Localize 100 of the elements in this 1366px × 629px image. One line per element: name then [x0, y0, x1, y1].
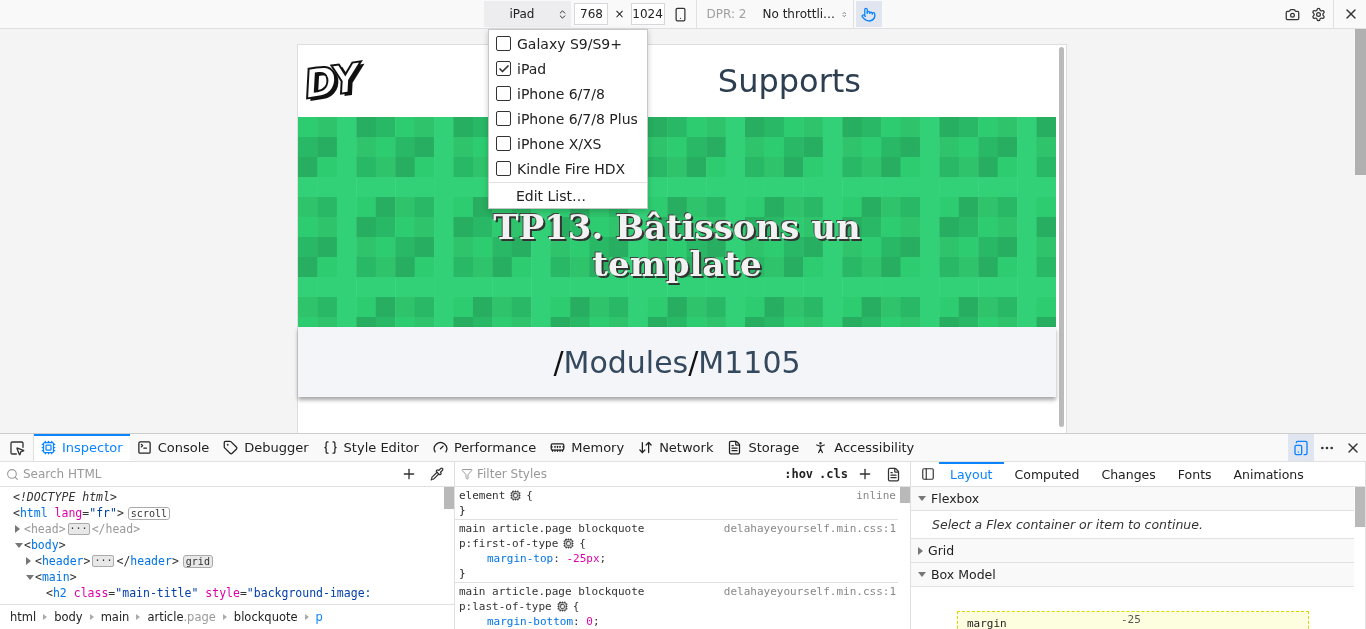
collapse-arrow-icon[interactable]	[15, 542, 23, 548]
throttling-select[interactable]: No throttli…	[754, 1, 851, 27]
chevron-icon	[43, 614, 48, 620]
collapsed-content-badge[interactable]: ···	[92, 555, 115, 567]
collapse-arrow-icon[interactable]	[26, 574, 34, 580]
section-header[interactable]: Box Model	[911, 563, 1354, 587]
node-breadcrumb[interactable]: main	[100, 610, 130, 624]
close-brace: }	[459, 566, 467, 581]
devtools-tab[interactable]: Storage	[720, 434, 807, 461]
checkbox[interactable]	[496, 36, 511, 51]
sidebar-tab[interactable]: Fonts	[1166, 462, 1223, 486]
css-selector: p:last-of-type	[459, 599, 552, 614]
breadcrumb-path: /Modules/M1105	[553, 344, 801, 380]
checkbox[interactable]	[496, 136, 511, 151]
node-breadcrumb[interactable]: blockquote	[233, 610, 298, 624]
checkbox[interactable]	[496, 86, 511, 101]
highlight-icon[interactable]	[510, 490, 522, 501]
height-input[interactable]: 1024	[630, 3, 665, 25]
memory-chip-icon[interactable]	[550, 440, 566, 455]
markup-text: </head>	[91, 522, 141, 536]
css-selector: main article.page blockquote	[459, 584, 645, 599]
scrollbar[interactable]	[900, 487, 910, 503]
chevron-icon	[89, 614, 94, 620]
margin-label: margin	[967, 617, 1007, 629]
highlight-icon[interactable]	[556, 601, 568, 612]
markup-text: <html lang="fr">	[13, 506, 124, 520]
css-declaration[interactable]: margin-bottom: 0;	[459, 614, 896, 629]
width-input[interactable]: 768	[574, 3, 609, 25]
class-toggle[interactable]: .cls	[819, 467, 848, 481]
expand-arrow-icon[interactable]	[26, 557, 31, 565]
devtools-tab[interactable]: Network	[631, 434, 721, 461]
nav-title[interactable]: Supports	[717, 62, 861, 100]
terminal-icon[interactable]	[136, 440, 152, 455]
devtools-tab[interactable]: Performance	[425, 434, 544, 461]
sidebar-tab[interactable]: Layout	[939, 462, 1004, 486]
logo[interactable]: DY	[297, 53, 364, 109]
scrollbar[interactable]	[1355, 29, 1366, 175]
sidebar-tab[interactable]: Animations	[1222, 462, 1315, 486]
css-selector: main article.page blockquote	[459, 521, 645, 536]
node-breadcrumb[interactable]: p	[315, 610, 323, 624]
collapse-arrow-icon[interactable]	[918, 572, 926, 577]
node-breadcrumb[interactable]: html	[10, 610, 37, 624]
filter-icon	[461, 468, 473, 480]
search-icon	[6, 467, 19, 481]
devtools-tab[interactable]: Accessibility	[806, 434, 922, 461]
devtools-tab[interactable]: Memory	[543, 434, 632, 461]
device-menu-item[interactable]: iPad	[489, 56, 647, 81]
collapse-arrow-icon[interactable]	[918, 496, 926, 501]
expand-arrow-icon[interactable]	[15, 525, 20, 533]
chevron-icon	[304, 614, 309, 620]
markup-badge[interactable]: grid	[182, 554, 213, 568]
devtools-tab[interactable]: Inspector	[34, 434, 130, 461]
checkbox[interactable]	[496, 161, 511, 176]
checkbox[interactable]	[496, 111, 511, 126]
css-selector: p:first-of-type	[459, 536, 559, 551]
sidebar-tab[interactable]: Changes	[1090, 462, 1167, 486]
device-select[interactable]: iPad	[484, 1, 572, 27]
document-icon[interactable]	[727, 440, 743, 455]
expand-arrow-icon[interactable]	[918, 546, 923, 555]
chip-icon[interactable]	[41, 440, 56, 455]
banner-title: TP13. Bâtissons un template	[492, 209, 862, 283]
device-menu-item[interactable]: Kindle Fire HDX	[489, 156, 647, 181]
highlight-icon[interactable]	[563, 538, 575, 549]
margin-value[interactable]: -25	[1121, 613, 1141, 626]
device-menu-item[interactable]: iPhone X/XS	[489, 131, 647, 156]
node-breadcrumb[interactable]: body	[54, 610, 83, 624]
gauge-icon[interactable]	[432, 440, 448, 455]
markup-text: <header>	[35, 554, 91, 568]
scrollbar[interactable]	[1355, 487, 1365, 527]
scrollbar[interactable]	[444, 487, 454, 509]
markup-badge[interactable]: scroll	[127, 506, 170, 520]
braces-icon[interactable]	[322, 440, 338, 455]
css-declaration[interactable]: margin-top: -25px;	[459, 551, 896, 566]
device-menu-item[interactable]: iPhone 6/7/8 Plus	[489, 106, 647, 131]
rule-source[interactable]: delahayeyourself.min.css:1	[723, 521, 896, 536]
edit-list-item[interactable]: Edit List…	[489, 184, 647, 208]
section-header[interactable]: Grid	[911, 539, 1354, 563]
devtools-tab[interactable]: Console	[129, 434, 217, 461]
touch-icon[interactable]	[855, 1, 882, 27]
times-sign: ×	[614, 7, 625, 21]
scrollbar[interactable]	[1058, 47, 1064, 427]
devtools-tab[interactable]: Style Editor	[315, 434, 426, 461]
responsive-mode-icon[interactable]	[1288, 434, 1314, 461]
markup-text: <!DOCTYPE html>	[13, 490, 117, 504]
devtools-tab[interactable]: Debugger	[216, 434, 316, 461]
device-menu-item[interactable]: iPhone 6/7/8	[489, 81, 647, 106]
markup-text: </header>	[116, 554, 179, 568]
section-header[interactable]: Flexbox	[911, 487, 1354, 511]
markup-text: <main>	[35, 570, 77, 584]
device-menu-item[interactable]: Galaxy S9/S9+	[489, 31, 647, 56]
rule-source[interactable]: delahayeyourself.min.css:1	[723, 584, 896, 599]
collapsed-content-badge[interactable]: ···	[67, 523, 90, 535]
chevron-icon	[136, 614, 141, 620]
node-breadcrumb[interactable]: article.page	[147, 610, 216, 624]
checkbox[interactable]	[496, 61, 511, 76]
rule-source[interactable]: inline	[856, 488, 896, 503]
sidebar-tab[interactable]: Computed	[1003, 462, 1091, 486]
hover-toggle[interactable]: :hov	[784, 467, 814, 481]
up-down-arrows-icon[interactable]	[638, 440, 654, 455]
tag-icon[interactable]	[223, 440, 239, 455]
